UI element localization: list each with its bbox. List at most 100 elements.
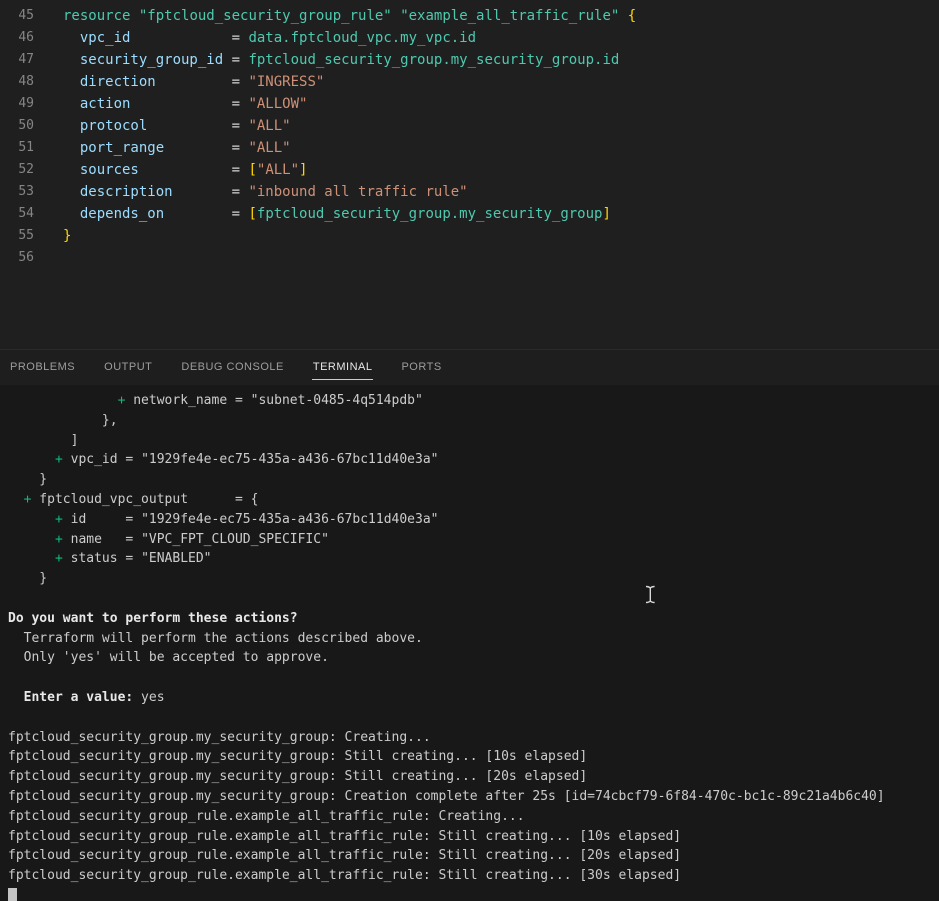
terminal-line: } bbox=[8, 569, 939, 589]
token: { bbox=[628, 8, 636, 24]
token: + bbox=[55, 551, 63, 566]
token: resource bbox=[63, 8, 130, 24]
code-text: vpc_id = data.fptcloud_vpc.my_vpc.id bbox=[63, 27, 476, 49]
token: = bbox=[147, 118, 248, 134]
terminal[interactable]: + network_name = "subnet-0485-4q514pdb" … bbox=[0, 385, 939, 901]
token bbox=[8, 551, 55, 566]
token bbox=[619, 8, 627, 24]
token: [ bbox=[248, 162, 256, 178]
line-number: 50 bbox=[0, 115, 34, 137]
line-number: 48 bbox=[0, 71, 34, 93]
terminal-line: Do you want to perform these actions? bbox=[8, 609, 939, 629]
editor-lines: 45 resource "fptcloud_security_group_rule… bbox=[0, 5, 939, 269]
token bbox=[392, 8, 400, 24]
token: direction bbox=[80, 74, 156, 90]
terminal-line: + fptcloud_vpc_output = { bbox=[8, 490, 939, 510]
terminal-line: fptcloud_security_group.my_security_grou… bbox=[8, 728, 939, 748]
terminal-line bbox=[8, 708, 939, 728]
code-text: resource "fptcloud_security_group_rule" … bbox=[63, 5, 636, 27]
token: status = "ENABLED" bbox=[63, 551, 212, 566]
token: fptcloud_security_group.my_security_grou… bbox=[8, 769, 587, 784]
panel-tab-output[interactable]: OUTPUT bbox=[103, 356, 153, 380]
token: yes bbox=[133, 690, 164, 705]
token: = bbox=[164, 140, 248, 156]
token: = bbox=[139, 162, 249, 178]
token: fptcloud_security_group_rule.example_all… bbox=[8, 868, 681, 883]
token: network_name = "subnet-0485-4q514pdb" bbox=[125, 393, 422, 408]
token bbox=[63, 118, 80, 134]
token: Terraform will perform the actions descr… bbox=[8, 631, 423, 646]
token: fptcloud_security_group.my_security_grou… bbox=[257, 206, 603, 222]
code-text: protocol = "ALL" bbox=[63, 115, 291, 137]
token: Do you want to perform these actions? bbox=[8, 611, 298, 626]
code-line: 46 vpc_id = data.fptcloud_vpc.my_vpc.id bbox=[0, 27, 939, 49]
line-number: 46 bbox=[0, 27, 34, 49]
code-line: 56 bbox=[0, 247, 939, 269]
token: [ bbox=[248, 206, 256, 222]
line-number: 55 bbox=[0, 225, 34, 247]
line-number: 52 bbox=[0, 159, 34, 181]
token bbox=[63, 52, 80, 68]
code-line: 45 resource "fptcloud_security_group_rule… bbox=[0, 5, 939, 27]
code-line: 55} bbox=[0, 225, 939, 247]
code-text: sources = ["ALL"] bbox=[63, 159, 307, 181]
token: description bbox=[80, 184, 173, 200]
panel-tab-problems[interactable]: PROBLEMS bbox=[9, 356, 76, 380]
line-number: 53 bbox=[0, 181, 34, 203]
token: Only 'yes' will be accepted to approve. bbox=[8, 650, 329, 665]
terminal-lines: + network_name = "subnet-0485-4q514pdb" … bbox=[8, 391, 939, 886]
token bbox=[63, 74, 80, 90]
panel-tab-debug-console[interactable]: DEBUG CONSOLE bbox=[180, 356, 284, 380]
token: fptcloud_security_group.my_security_grou… bbox=[8, 730, 431, 745]
terminal-line: fptcloud_security_group.my_security_grou… bbox=[8, 787, 939, 807]
token bbox=[63, 162, 80, 178]
token: fptcloud_vpc_output = { bbox=[31, 492, 258, 507]
line-number: 47 bbox=[0, 49, 34, 71]
code-line: 51 port_range = "ALL" bbox=[0, 137, 939, 159]
code-editor[interactable]: 45 resource "fptcloud_security_group_rule… bbox=[0, 0, 939, 349]
terminal-line: ] bbox=[8, 431, 939, 451]
terminal-line: } bbox=[8, 470, 939, 490]
token: "inbound all traffic rule" bbox=[248, 184, 467, 200]
token: fptcloud_security_group_rule.example_all… bbox=[8, 848, 681, 863]
token: port_range bbox=[80, 140, 164, 156]
code-line: 50 protocol = "ALL" bbox=[0, 115, 939, 137]
code-line: 53 description = "inbound all traffic ru… bbox=[0, 181, 939, 203]
line-number: 56 bbox=[0, 247, 34, 269]
line-number: 45 bbox=[0, 5, 34, 27]
token: = bbox=[130, 30, 248, 46]
terminal-line: fptcloud_security_group.my_security_grou… bbox=[8, 767, 939, 787]
code-line: 54 depends_on = [fptcloud_security_group… bbox=[0, 203, 939, 225]
code-line: 48 direction = "INGRESS" bbox=[0, 71, 939, 93]
code-text: direction = "INGRESS" bbox=[63, 71, 324, 93]
token: "fptcloud_security_group_rule" bbox=[139, 8, 392, 24]
terminal-line: + name = "VPC_FPT_CLOUD_SPECIFIC" bbox=[8, 530, 939, 550]
token bbox=[63, 140, 80, 156]
panel-tab-ports[interactable]: PORTS bbox=[400, 356, 442, 380]
token: = bbox=[173, 184, 249, 200]
token bbox=[8, 452, 55, 467]
code-text: security_group_id = fptcloud_security_gr… bbox=[63, 49, 619, 71]
token: ] bbox=[8, 433, 78, 448]
token: ] bbox=[299, 162, 307, 178]
token: fptcloud_security_group_rule.example_all… bbox=[8, 809, 525, 824]
token: "example_all_traffic_rule" bbox=[400, 8, 619, 24]
panel-tab-terminal[interactable]: TERMINAL bbox=[312, 356, 374, 380]
token: "ALL" bbox=[257, 162, 299, 178]
terminal-line: + status = "ENABLED" bbox=[8, 549, 939, 569]
terminal-cursor-line bbox=[8, 886, 939, 901]
token: } bbox=[63, 228, 71, 244]
terminal-line: + network_name = "subnet-0485-4q514pdb" bbox=[8, 391, 939, 411]
terminal-cursor bbox=[8, 888, 17, 901]
panel-tab-bar: PROBLEMS OUTPUT DEBUG CONSOLE TERMINAL PORTS bbox=[0, 349, 939, 385]
token: = bbox=[156, 74, 249, 90]
line-number: 54 bbox=[0, 203, 34, 225]
terminal-line: fptcloud_security_group_rule.example_all… bbox=[8, 866, 939, 886]
token bbox=[63, 206, 80, 222]
token: = bbox=[130, 96, 248, 112]
token bbox=[130, 8, 138, 24]
token: vpc_id = "1929fe4e-ec75-435a-a436-67bc11… bbox=[63, 452, 439, 467]
token: name = "VPC_FPT_CLOUD_SPECIFIC" bbox=[63, 532, 329, 547]
terminal-line bbox=[8, 589, 939, 609]
terminal-line: + vpc_id = "1929fe4e-ec75-435a-a436-67bc… bbox=[8, 450, 939, 470]
